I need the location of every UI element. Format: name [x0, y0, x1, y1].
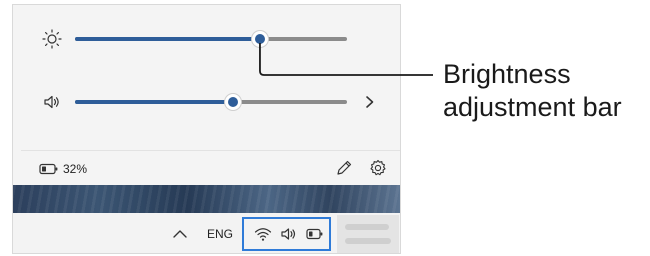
clock-date-blurred[interactable] — [337, 215, 399, 253]
brightness-slider-thumb[interactable] — [251, 31, 268, 47]
callout-line-2: adjustment bar — [443, 92, 622, 122]
battery-percentage: 32% — [63, 162, 88, 176]
brightness-callout-label: Brightness adjustment bar — [443, 58, 622, 124]
volume-slider[interactable] — [75, 94, 347, 110]
gear-icon — [370, 159, 386, 176]
callout-line-1: Brightness — [443, 59, 571, 89]
volume-slider-thumb[interactable] — [224, 94, 241, 110]
desktop-wallpaper — [13, 185, 400, 213]
language-indicator[interactable]: ENG — [207, 226, 233, 242]
brightness-slider-fill — [75, 37, 260, 41]
sun-icon — [41, 28, 63, 50]
settings-button[interactable] — [369, 159, 387, 177]
edit-button[interactable] — [335, 159, 353, 177]
volume-row — [13, 90, 400, 114]
volume-slider-fill — [75, 100, 233, 104]
screenshot-frame: 32% ENG — [12, 4, 401, 254]
system-tray-quick-settings-button[interactable] — [242, 217, 331, 251]
battery-icon — [39, 162, 59, 176]
speaker-icon[interactable] — [41, 91, 63, 113]
pencil-icon — [337, 160, 352, 175]
brightness-row — [13, 27, 400, 51]
battery-icon — [306, 227, 324, 241]
speaker-icon — [280, 226, 298, 242]
quick-settings-panel: 32% — [13, 5, 400, 190]
taskbar: ENG — [13, 213, 400, 253]
chevron-up-icon[interactable] — [171, 227, 189, 241]
brightness-slider[interactable] — [75, 31, 347, 47]
wifi-icon — [254, 226, 272, 242]
panel-divider — [21, 150, 400, 151]
chevron-right-icon[interactable] — [363, 94, 377, 110]
